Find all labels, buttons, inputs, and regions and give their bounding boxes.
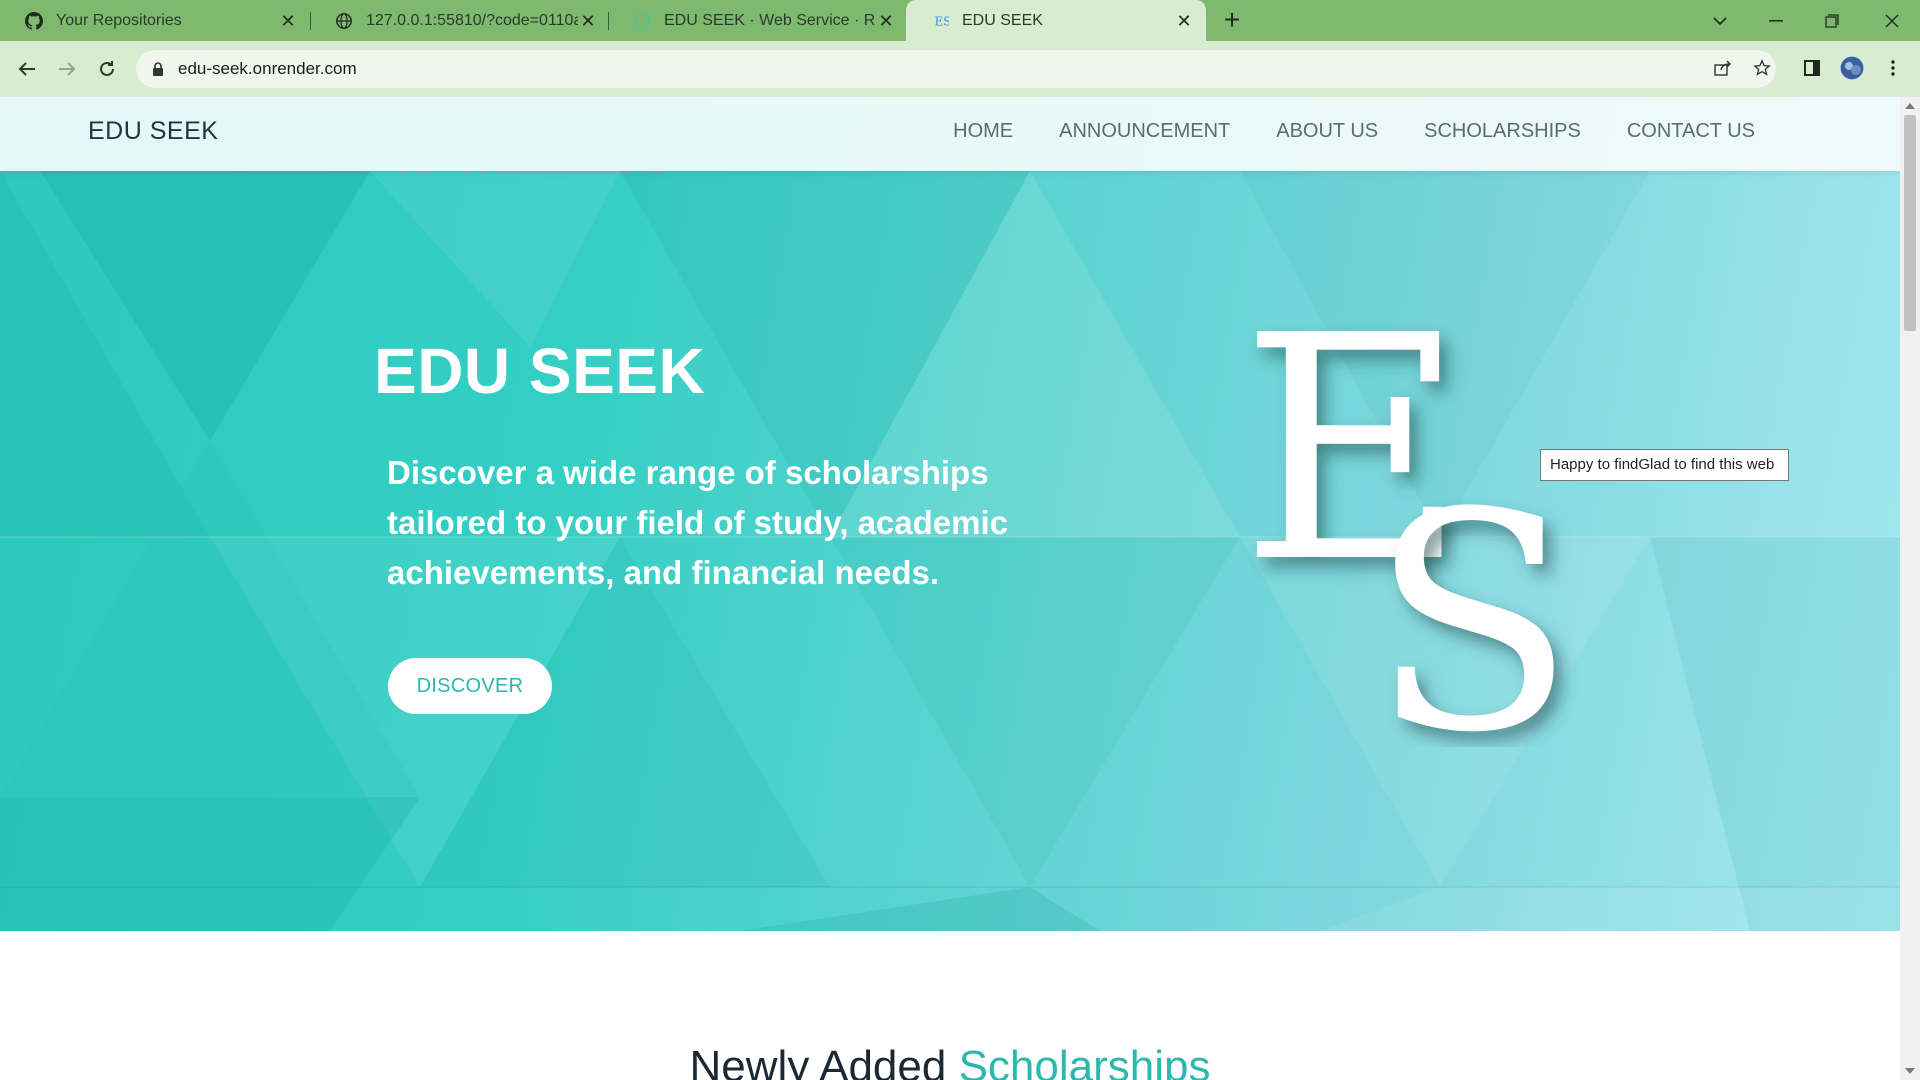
- site-favicon-icon: ES: [930, 11, 950, 31]
- globe-icon: [334, 11, 354, 31]
- nav-announcement[interactable]: ANNOUNCEMENT: [1059, 120, 1230, 143]
- hero-title: EDU SEEK: [374, 335, 706, 407]
- restore-icon[interactable]: [1804, 0, 1860, 41]
- page-scrollbar[interactable]: [1900, 97, 1920, 1080]
- close-icon[interactable]: ✕: [1174, 11, 1194, 31]
- tab-title: EDU SEEK: [962, 11, 1043, 29]
- render-icon: [632, 11, 652, 31]
- hero-section: EDU SEEK HOME ANNOUNCEMENT ABOUT US SCHO…: [0, 97, 1900, 931]
- page-viewport: EDU SEEK HOME ANNOUNCEMENT ABOUT US SCHO…: [0, 97, 1900, 1080]
- side-panel-icon[interactable]: [1794, 50, 1830, 86]
- section-title: Newly Added Scholarships: [0, 1042, 1900, 1080]
- svg-text:ES: ES: [935, 14, 949, 28]
- bookmark-star-icon[interactable]: [1744, 50, 1780, 86]
- logo-letter-s: S: [1370, 449, 1576, 747]
- window-close-icon[interactable]: [1864, 0, 1920, 41]
- nav-contact-us[interactable]: CONTACT US: [1627, 120, 1755, 143]
- scroll-down-arrow-icon[interactable]: [1905, 1068, 1915, 1074]
- tab-render-dashboard[interactable]: EDU SEEK · Web Service · Rend ✕: [608, 0, 908, 41]
- github-icon: [24, 11, 44, 31]
- nav-about-us[interactable]: ABOUT US: [1276, 120, 1378, 143]
- browser-tabstrip: Your Repositories ✕ 127.0.0.1:55810/?cod…: [0, 0, 1920, 41]
- site-menu: HOME ANNOUNCEMENT ABOUT US SCHOLARSHIPS …: [953, 120, 1755, 143]
- tab-title: Your Repositories: [56, 11, 182, 29]
- profile-avatar-icon[interactable]: [1834, 50, 1870, 86]
- hero-description: Discover a wide range of scholarships ta…: [387, 454, 1009, 591]
- site-navbar: EDU SEEK HOME ANNOUNCEMENT ABOUT US SCHO…: [0, 97, 1900, 171]
- nav-scholarships[interactable]: SCHOLARSHIPS: [1424, 120, 1581, 143]
- tab-your-repositories[interactable]: Your Repositories ✕: [0, 0, 310, 41]
- lock-icon[interactable]: [150, 61, 166, 77]
- forward-arrow-icon[interactable]: [49, 51, 85, 87]
- section-title-accent: Scholarships: [958, 1042, 1211, 1080]
- scroll-up-arrow-icon[interactable]: [1905, 103, 1915, 109]
- reload-icon[interactable]: [89, 51, 125, 87]
- new-tab-button[interactable]: +: [1218, 6, 1246, 35]
- close-icon[interactable]: ✕: [876, 11, 896, 31]
- es-logo-image: E S: [1240, 270, 1576, 747]
- more-menu-icon[interactable]: [1875, 50, 1911, 86]
- browser-toolbar: edu-seek.onrender.com: [0, 41, 1920, 97]
- url-text: edu-seek.onrender.com: [178, 59, 357, 78]
- nav-home[interactable]: HOME: [953, 120, 1013, 143]
- tab-title: 127.0.0.1:55810/?code=0110a0d: [366, 11, 578, 29]
- tooltip: Happy to findGlad to find this web: [1540, 449, 1789, 481]
- tab-search-icon[interactable]: [1692, 0, 1748, 41]
- share-icon[interactable]: [1705, 50, 1741, 86]
- close-icon[interactable]: ✕: [578, 11, 598, 31]
- minimize-icon[interactable]: [1748, 0, 1804, 41]
- tab-edu-seek[interactable]: ES EDU SEEK ✕: [906, 0, 1206, 41]
- discover-button[interactable]: DISCOVER: [388, 658, 552, 714]
- tab-localhost[interactable]: 127.0.0.1:55810/?code=0110a0d ✕: [310, 0, 610, 41]
- scrollbar-thumb[interactable]: [1904, 115, 1916, 331]
- close-icon[interactable]: ✕: [278, 11, 298, 31]
- site-brand[interactable]: EDU SEEK: [88, 117, 218, 146]
- tab-title: EDU SEEK · Web Service · Rend: [664, 11, 876, 29]
- back-arrow-icon[interactable]: [9, 51, 45, 87]
- section-title-main: Newly Added: [689, 1042, 959, 1080]
- address-bar[interactable]: edu-seek.onrender.com: [136, 50, 1776, 88]
